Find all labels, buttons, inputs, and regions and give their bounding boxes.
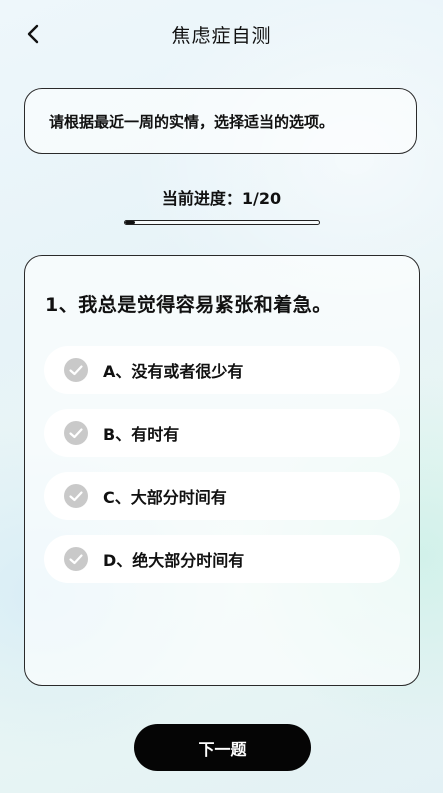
check-circle-icon — [64, 547, 88, 571]
next-question-button[interactable]: 下一题 — [134, 724, 311, 771]
page-title: 焦虑症自测 — [171, 25, 272, 47]
option-b[interactable]: B、有时有 — [44, 409, 400, 457]
option-c[interactable]: C、大部分时间有 — [44, 472, 400, 520]
option-a[interactable]: A、没有或者很少有 — [44, 346, 400, 394]
question-text: 1、我总是觉得容易紧张和着急。 — [45, 294, 332, 316]
instruction-box: 请根据最近一周的实情，选择适当的选项。 — [24, 88, 417, 154]
option-label: C、大部分时间有 — [103, 488, 227, 507]
progress-bar-fill — [125, 221, 135, 224]
option-label: B、有时有 — [103, 425, 180, 444]
option-label: A、没有或者很少有 — [103, 362, 244, 381]
header-bar: 焦虑症自测 — [0, 0, 443, 70]
instruction-text: 请根据最近一周的实情，选择适当的选项。 — [49, 112, 335, 131]
progress-bar — [124, 220, 320, 225]
option-label: D、绝大部分时间有 — [103, 551, 245, 570]
check-circle-icon — [64, 358, 88, 382]
check-circle-icon — [64, 421, 88, 445]
progress-label: 当前进度：1/20 — [161, 189, 282, 208]
question-card: 1、我总是觉得容易紧张和着急。 A、没有或者很少有 B、有时有 C、大部分时间有 — [24, 255, 420, 686]
option-d[interactable]: D、绝大部分时间有 — [44, 535, 400, 583]
check-circle-icon — [64, 484, 88, 508]
